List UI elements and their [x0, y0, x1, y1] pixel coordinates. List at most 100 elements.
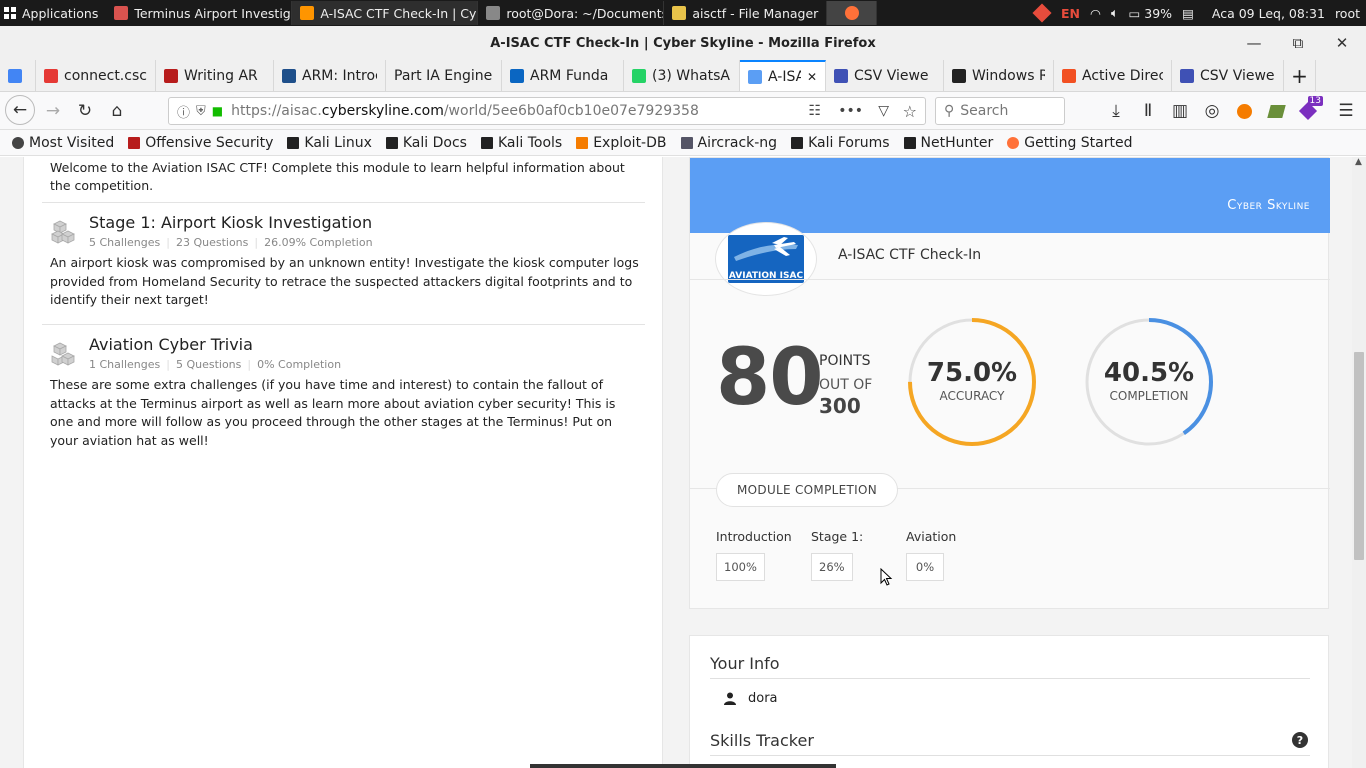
tab-label: Active Direc: [1082, 67, 1163, 84]
battery-indicator[interactable]: ▭ 39%: [1128, 6, 1172, 21]
os-taskbar: Applications Terminus Airport Investigat…: [0, 0, 1366, 26]
bookmark-5[interactable]: Exploit-DB: [576, 135, 667, 151]
taskbar-window-3[interactable]: aisctf - File Manager: [664, 1, 828, 25]
taskbar-window-0[interactable]: Terminus Airport Investigat...: [106, 1, 293, 25]
module-completion-aviation: Aviation 0%: [906, 529, 956, 581]
bookmark-0[interactable]: Most Visited: [12, 135, 114, 151]
downloads-icon[interactable]: ⤓: [1101, 96, 1131, 126]
horizontal-scroll-indicator[interactable]: [530, 764, 836, 768]
reload-button[interactable]: ↻: [70, 96, 100, 126]
airplane-icon: [734, 237, 798, 261]
back-button[interactable]: ←: [5, 95, 35, 125]
reader-view-icon[interactable]: ☷: [808, 103, 821, 119]
back-arrow-icon: ←: [12, 100, 28, 120]
account-icon[interactable]: ◎: [1197, 96, 1227, 126]
page-content: Welcome to the Aviation ISAC CTF! Comple…: [0, 157, 1352, 768]
kali-icon: [385, 136, 398, 149]
tab-label: CSV Viewe: [1200, 67, 1275, 84]
kali-icon: [791, 136, 804, 149]
volume-icon[interactable]: 🔈︎: [1111, 5, 1119, 21]
browser-tab-11[interactable]: CSV Viewe: [1172, 60, 1284, 91]
clock[interactable]: Aca 09 Leq, 08:31: [1212, 6, 1325, 21]
completion-value: 40.5%: [1103, 358, 1195, 388]
module-questions: 23 Questions: [175, 236, 249, 249]
bookmark-4[interactable]: Kali Tools: [480, 135, 562, 151]
tray-app-icon[interactable]: [1032, 3, 1052, 23]
lock-icon[interactable]: ■: [212, 104, 223, 118]
browser-tab-8[interactable]: CSV Viewe: [826, 60, 944, 91]
bookmark-2[interactable]: Kali Linux: [287, 135, 372, 151]
forward-button[interactable]: →: [38, 96, 68, 126]
home-button[interactable]: ⌂: [102, 96, 132, 126]
taskbar-window-title: root@Dora: ~/Documents/...: [506, 5, 663, 21]
browser-tab-3[interactable]: ARM: Introc: [274, 60, 386, 91]
browser-tab-1[interactable]: connect.csc: [36, 60, 156, 91]
gear-icon: [12, 136, 24, 149]
new-tab-button[interactable]: +: [1284, 60, 1316, 91]
browser-tab-7[interactable]: A-ISAC ✕: [740, 60, 826, 91]
forward-arrow-icon: →: [45, 101, 61, 121]
extension-burp-icon[interactable]: [1229, 96, 1259, 126]
scrollbar-thumb[interactable]: [1354, 352, 1364, 560]
library-icon[interactable]: Ⅱ: [1133, 96, 1163, 126]
browser-tab-9[interactable]: Windows R: [944, 60, 1054, 91]
module-stage1[interactable]: Stage 1: Airport Kiosk Investigation 5 C…: [42, 209, 645, 324]
taskbar-firefox-launcher[interactable]: [827, 1, 878, 25]
bookmark-9[interactable]: Getting Started: [1007, 135, 1132, 151]
exploitdb-icon: [576, 136, 589, 149]
close-tab-icon[interactable]: ✕: [807, 70, 817, 84]
tab-favicon-icon: [510, 68, 524, 83]
search-icon: ⚲: [944, 103, 955, 119]
page-scrollbar[interactable]: ▲: [1352, 157, 1366, 768]
wifi-icon[interactable]: ◠: [1090, 6, 1101, 21]
browser-tab-5[interactable]: ARM Funda: [502, 60, 624, 91]
taskbar-window-1[interactable]: A-ISAC CTF Check-In | Cyb...: [292, 1, 479, 25]
url-path: /world/5ee6b0af0cb10e07e7929358: [443, 103, 699, 119]
close-window-button[interactable]: ✕: [1320, 26, 1364, 60]
module-meta: 5 Challenges | 23 Questions | 26.09% Compl…: [89, 236, 373, 249]
pocket-icon[interactable]: ▽: [878, 103, 889, 119]
page-actions-icon[interactable]: •••: [838, 103, 863, 119]
keyboard-layout[interactable]: EN: [1061, 6, 1080, 21]
scroll-up-icon[interactable]: ▲: [1355, 157, 1362, 167]
module-completion-name: Aviation: [906, 529, 957, 544]
bookmark-6[interactable]: Aircrack-ng: [680, 135, 777, 151]
url-bar[interactable]: ⓘ ⛨ ■ https://aisac.cyberskyline.com/wor…: [168, 97, 926, 125]
browser-tab-10[interactable]: Active Direc: [1054, 60, 1172, 91]
extension-badge-icon[interactable]: 13: [1293, 96, 1323, 126]
browser-tab-4[interactable]: Part IA Engine: [386, 60, 502, 91]
accuracy-gauge: 75.0% ACCURACY: [906, 316, 1038, 448]
extension-wappalyzer-icon[interactable]: [1261, 96, 1291, 126]
url-domain: cyberskyline.com: [321, 103, 444, 119]
info-icon[interactable]: ⓘ: [177, 102, 190, 121]
browser-tab-2[interactable]: Writing AR: [156, 60, 274, 91]
bookmark-7[interactable]: Kali Forums: [791, 135, 890, 151]
hamburger-menu-icon[interactable]: ☰: [1331, 96, 1361, 126]
bookmark-8[interactable]: NetHunter: [903, 135, 993, 151]
shield-icon[interactable]: ⛨: [196, 104, 206, 119]
world-title: A-ISAC CTF Check-In: [838, 247, 982, 263]
applications-label: Applications: [22, 5, 99, 21]
module-aviation-trivia[interactable]: Aviation Cyber Trivia 1 Challenges | 5 Qu…: [42, 331, 645, 448]
module-title[interactable]: Stage 1: Airport Kiosk Investigation: [89, 213, 372, 232]
session-user[interactable]: root: [1335, 6, 1360, 21]
sidebar-icon[interactable]: ▥: [1165, 96, 1195, 126]
browser-tab-0[interactable]: [0, 60, 36, 91]
help-icon[interactable]: ?: [1292, 732, 1308, 748]
taskbar-window-2[interactable]: root@Dora: ~/Documents/...: [478, 1, 665, 25]
bookmark-3[interactable]: Kali Docs: [385, 135, 467, 151]
search-bar[interactable]: ⚲ Search: [935, 97, 1065, 125]
system-tray: EN ◠ 🔈︎ ▭ 39% ▤ Aca 09 Leq, 08:31 root: [1032, 0, 1366, 26]
notification-icon[interactable]: ▤: [1182, 6, 1194, 21]
cubes-icon: [51, 220, 75, 244]
module-completion-value: 26%: [811, 553, 853, 581]
bookmark-1[interactable]: Offensive Security: [128, 135, 273, 151]
tab-favicon-icon: [952, 68, 966, 83]
module-title[interactable]: Aviation Cyber Trivia: [89, 335, 253, 354]
tab-label: Part IA Engine: [394, 67, 493, 84]
browser-tab-6[interactable]: (3) WhatsA: [624, 60, 740, 91]
restore-button[interactable]: ⧉: [1276, 26, 1320, 60]
minimize-button[interactable]: —: [1232, 26, 1276, 60]
applications-menu[interactable]: Applications: [0, 0, 106, 26]
bookmark-star-icon[interactable]: ☆: [903, 102, 917, 121]
